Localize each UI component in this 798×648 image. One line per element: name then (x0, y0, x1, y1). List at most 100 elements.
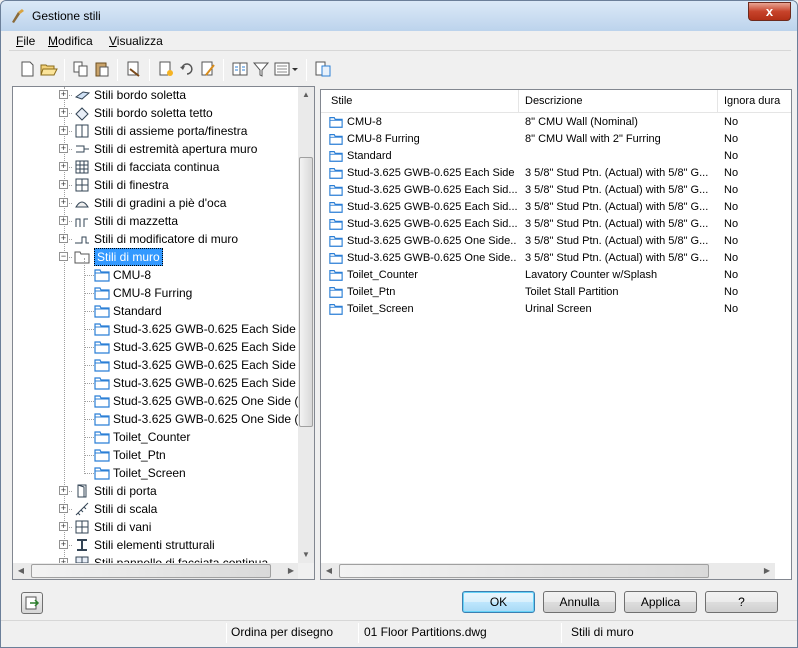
copy-icon[interactable] (72, 60, 90, 78)
tree-child-item[interactable]: Stud-3.625 GWB-0.625 Each Side (1 (13, 338, 299, 356)
tree-child-item[interactable]: CMU-8 (13, 266, 299, 284)
expand-toggle-icon[interactable]: + (59, 522, 68, 531)
list-row[interactable]: Stud-3.625 GWB-0.625 Each Sid... 3 5/8" S… (321, 199, 791, 216)
cancel-button[interactable]: Annulla (543, 591, 616, 613)
cell-descrizione: 8" CMU Wall (Nominal) (525, 116, 638, 128)
menu-file[interactable]: File (16, 34, 35, 48)
scroll-down-arrow-icon[interactable]: ▼ (298, 547, 314, 563)
tree-item[interactable]: + Stili di gradini a piè d'oca (13, 194, 299, 212)
column-divider[interactable] (518, 90, 519, 112)
scroll-left-arrow-icon[interactable]: ◀ (13, 563, 29, 579)
new-drawing-icon[interactable] (19, 60, 37, 78)
scroll-left-arrow-icon[interactable]: ◀ (321, 563, 337, 579)
column-divider[interactable] (717, 90, 718, 112)
tree-child-item[interactable]: Stud-3.625 GWB-0.625 One Side (1 (13, 392, 299, 410)
style-list[interactable]: Stile Descrizione Ignora dura CMU-8 8" CM… (320, 89, 792, 580)
cell-ignora: No (724, 133, 739, 145)
tree-vertical-scrollbar[interactable]: ▲ ▼ (298, 87, 314, 563)
expand-toggle-icon[interactable]: + (59, 216, 68, 225)
tree-child-item[interactable]: CMU-8 Furring (13, 284, 299, 302)
tree-item[interactable]: − Stili di muro (13, 248, 299, 266)
tree-item[interactable]: + Stili di facciata continua (13, 158, 299, 176)
inventory-icon[interactable] (231, 60, 249, 78)
list-row[interactable]: CMU-8 8" CMU Wall (Nominal) No (321, 114, 791, 131)
help-button[interactable]: ? (705, 591, 778, 613)
list-row[interactable]: Stud-3.625 GWB-0.625 Each Side 3 5/8" Stu… (321, 165, 791, 182)
expand-toggle-icon[interactable]: + (59, 162, 68, 171)
expand-toggle-icon[interactable]: + (59, 90, 68, 99)
expand-toggle-icon[interactable]: + (59, 108, 68, 117)
tree-child-item[interactable]: Toilet_Screen (13, 464, 299, 482)
scroll-thumb[interactable] (299, 157, 313, 427)
menu-visualizza[interactable]: Visualizza (109, 34, 163, 48)
tree-item[interactable]: + Stili elementi strutturali (13, 536, 299, 554)
tree-child-item[interactable]: Toilet_Ptn (13, 446, 299, 464)
expand-toggle-icon[interactable]: + (59, 540, 68, 549)
column-header-stile[interactable]: Stile (331, 95, 352, 107)
scroll-thumb[interactable] (31, 564, 271, 578)
ok-button[interactable]: OK (462, 591, 535, 613)
expand-toggle-icon[interactable]: + (59, 144, 68, 153)
tree-child-item[interactable]: Stud-3.625 GWB-0.625 Each Side (S (13, 374, 299, 392)
open-drawing-icon[interactable] (40, 60, 58, 78)
cell-stile: Stud-3.625 GWB-0.625 Each Sid... (347, 201, 517, 213)
scroll-up-arrow-icon[interactable]: ▲ (298, 87, 314, 103)
toggle-view-button[interactable] (21, 592, 43, 614)
expand-toggle-icon[interactable]: + (59, 180, 68, 189)
column-header-descrizione[interactable]: Descrizione (525, 95, 582, 107)
tree-item[interactable]: + Stili di mazzetta (13, 212, 299, 230)
expand-toggle-icon[interactable]: + (59, 126, 68, 135)
tree-child-item[interactable]: Standard (13, 302, 299, 320)
new-style-icon[interactable] (157, 60, 175, 78)
collapse-toggle-icon[interactable]: − (59, 252, 68, 261)
tree-item[interactable]: + Stili di porta (13, 482, 299, 500)
apply-button[interactable]: Applica (624, 591, 697, 613)
list-row[interactable]: Stud-3.625 GWB-0.625 Each Sid... 3 5/8" S… (321, 182, 791, 199)
tree-horizontal-scrollbar[interactable]: ◀ ▶ (13, 563, 299, 579)
title-bar[interactable]: Gestione stili x (1, 1, 797, 31)
style-tree[interactable]: + Stili bordo soletta + Stili bordo soletta… (12, 86, 315, 580)
tree-child-item[interactable]: Stud-3.625 GWB-0.625 One Side (2 (13, 410, 299, 428)
list-row[interactable]: CMU-8 Furring 8" CMU Wall with 2" Furring… (321, 131, 791, 148)
close-button[interactable]: x (748, 2, 791, 21)
tree-item[interactable]: + Stili di finestra (13, 176, 299, 194)
tree-item[interactable]: + Stili di scala (13, 500, 299, 518)
tree-child-item[interactable]: Stud-3.625 GWB-0.625 Each Side (2 (13, 356, 299, 374)
list-row[interactable]: Stud-3.625 GWB-0.625 One Side... 3 5/8" S… (321, 250, 791, 267)
list-row[interactable]: Standard No (321, 148, 791, 165)
tree-connector-line (84, 383, 94, 384)
tree-item[interactable]: + Stili di modificatore di muro (13, 230, 299, 248)
list-row[interactable]: Stud-3.625 GWB-0.625 Each Sid... 3 5/8" S… (321, 216, 791, 233)
list-row[interactable]: Toilet_Ptn Toilet Stall Partition No (321, 284, 791, 301)
tree-item[interactable]: + Stili pannello di facciata continua (13, 554, 299, 563)
tree-item[interactable]: + Stili di assieme porta/finestra (13, 122, 299, 140)
tree-item[interactable]: + Stili di vani (13, 518, 299, 536)
status-bar: Ordina per disegno 01 Floor Partitions.d… (1, 620, 797, 647)
filter-icon[interactable] (252, 60, 270, 78)
paste-icon[interactable] (93, 60, 111, 78)
tree-item[interactable]: + Stili bordo soletta (13, 87, 299, 104)
list-row[interactable]: Stud-3.625 GWB-0.625 One Side... 3 5/8" S… (321, 233, 791, 250)
menu-modifica[interactable]: Modifica (48, 34, 93, 48)
expand-toggle-icon[interactable]: + (59, 504, 68, 513)
set-from-icon[interactable] (178, 60, 196, 78)
expand-toggle-icon[interactable]: + (59, 198, 68, 207)
tree-child-item[interactable]: Toilet_Counter (13, 428, 299, 446)
edit-style-icon[interactable] (199, 60, 217, 78)
scroll-right-arrow-icon[interactable]: ▶ (283, 563, 299, 579)
tree-item[interactable]: + Stili bordo soletta tetto (13, 104, 299, 122)
list-row[interactable]: Toilet_Screen Urinal Screen No (321, 301, 791, 318)
scroll-right-arrow-icon[interactable]: ▶ (759, 563, 775, 579)
purge-icon[interactable] (125, 60, 143, 78)
toggle-view-icon[interactable] (314, 60, 332, 78)
list-row[interactable]: Toilet_Counter Lavatory Counter w/Splash N… (321, 267, 791, 284)
view-mode-icon[interactable] (273, 60, 299, 78)
expand-toggle-icon[interactable]: + (59, 234, 68, 243)
list-horizontal-scrollbar[interactable]: ◀ ▶ (321, 563, 775, 579)
column-header-ignora[interactable]: Ignora dura (724, 95, 780, 107)
expand-toggle-icon[interactable]: + (59, 486, 68, 495)
scroll-thumb[interactable] (339, 564, 709, 578)
tree-child-item[interactable]: Stud-3.625 GWB-0.625 Each Side (13, 320, 299, 338)
toolbar-separator (149, 59, 150, 81)
tree-item[interactable]: + Stili di estremità apertura muro (13, 140, 299, 158)
